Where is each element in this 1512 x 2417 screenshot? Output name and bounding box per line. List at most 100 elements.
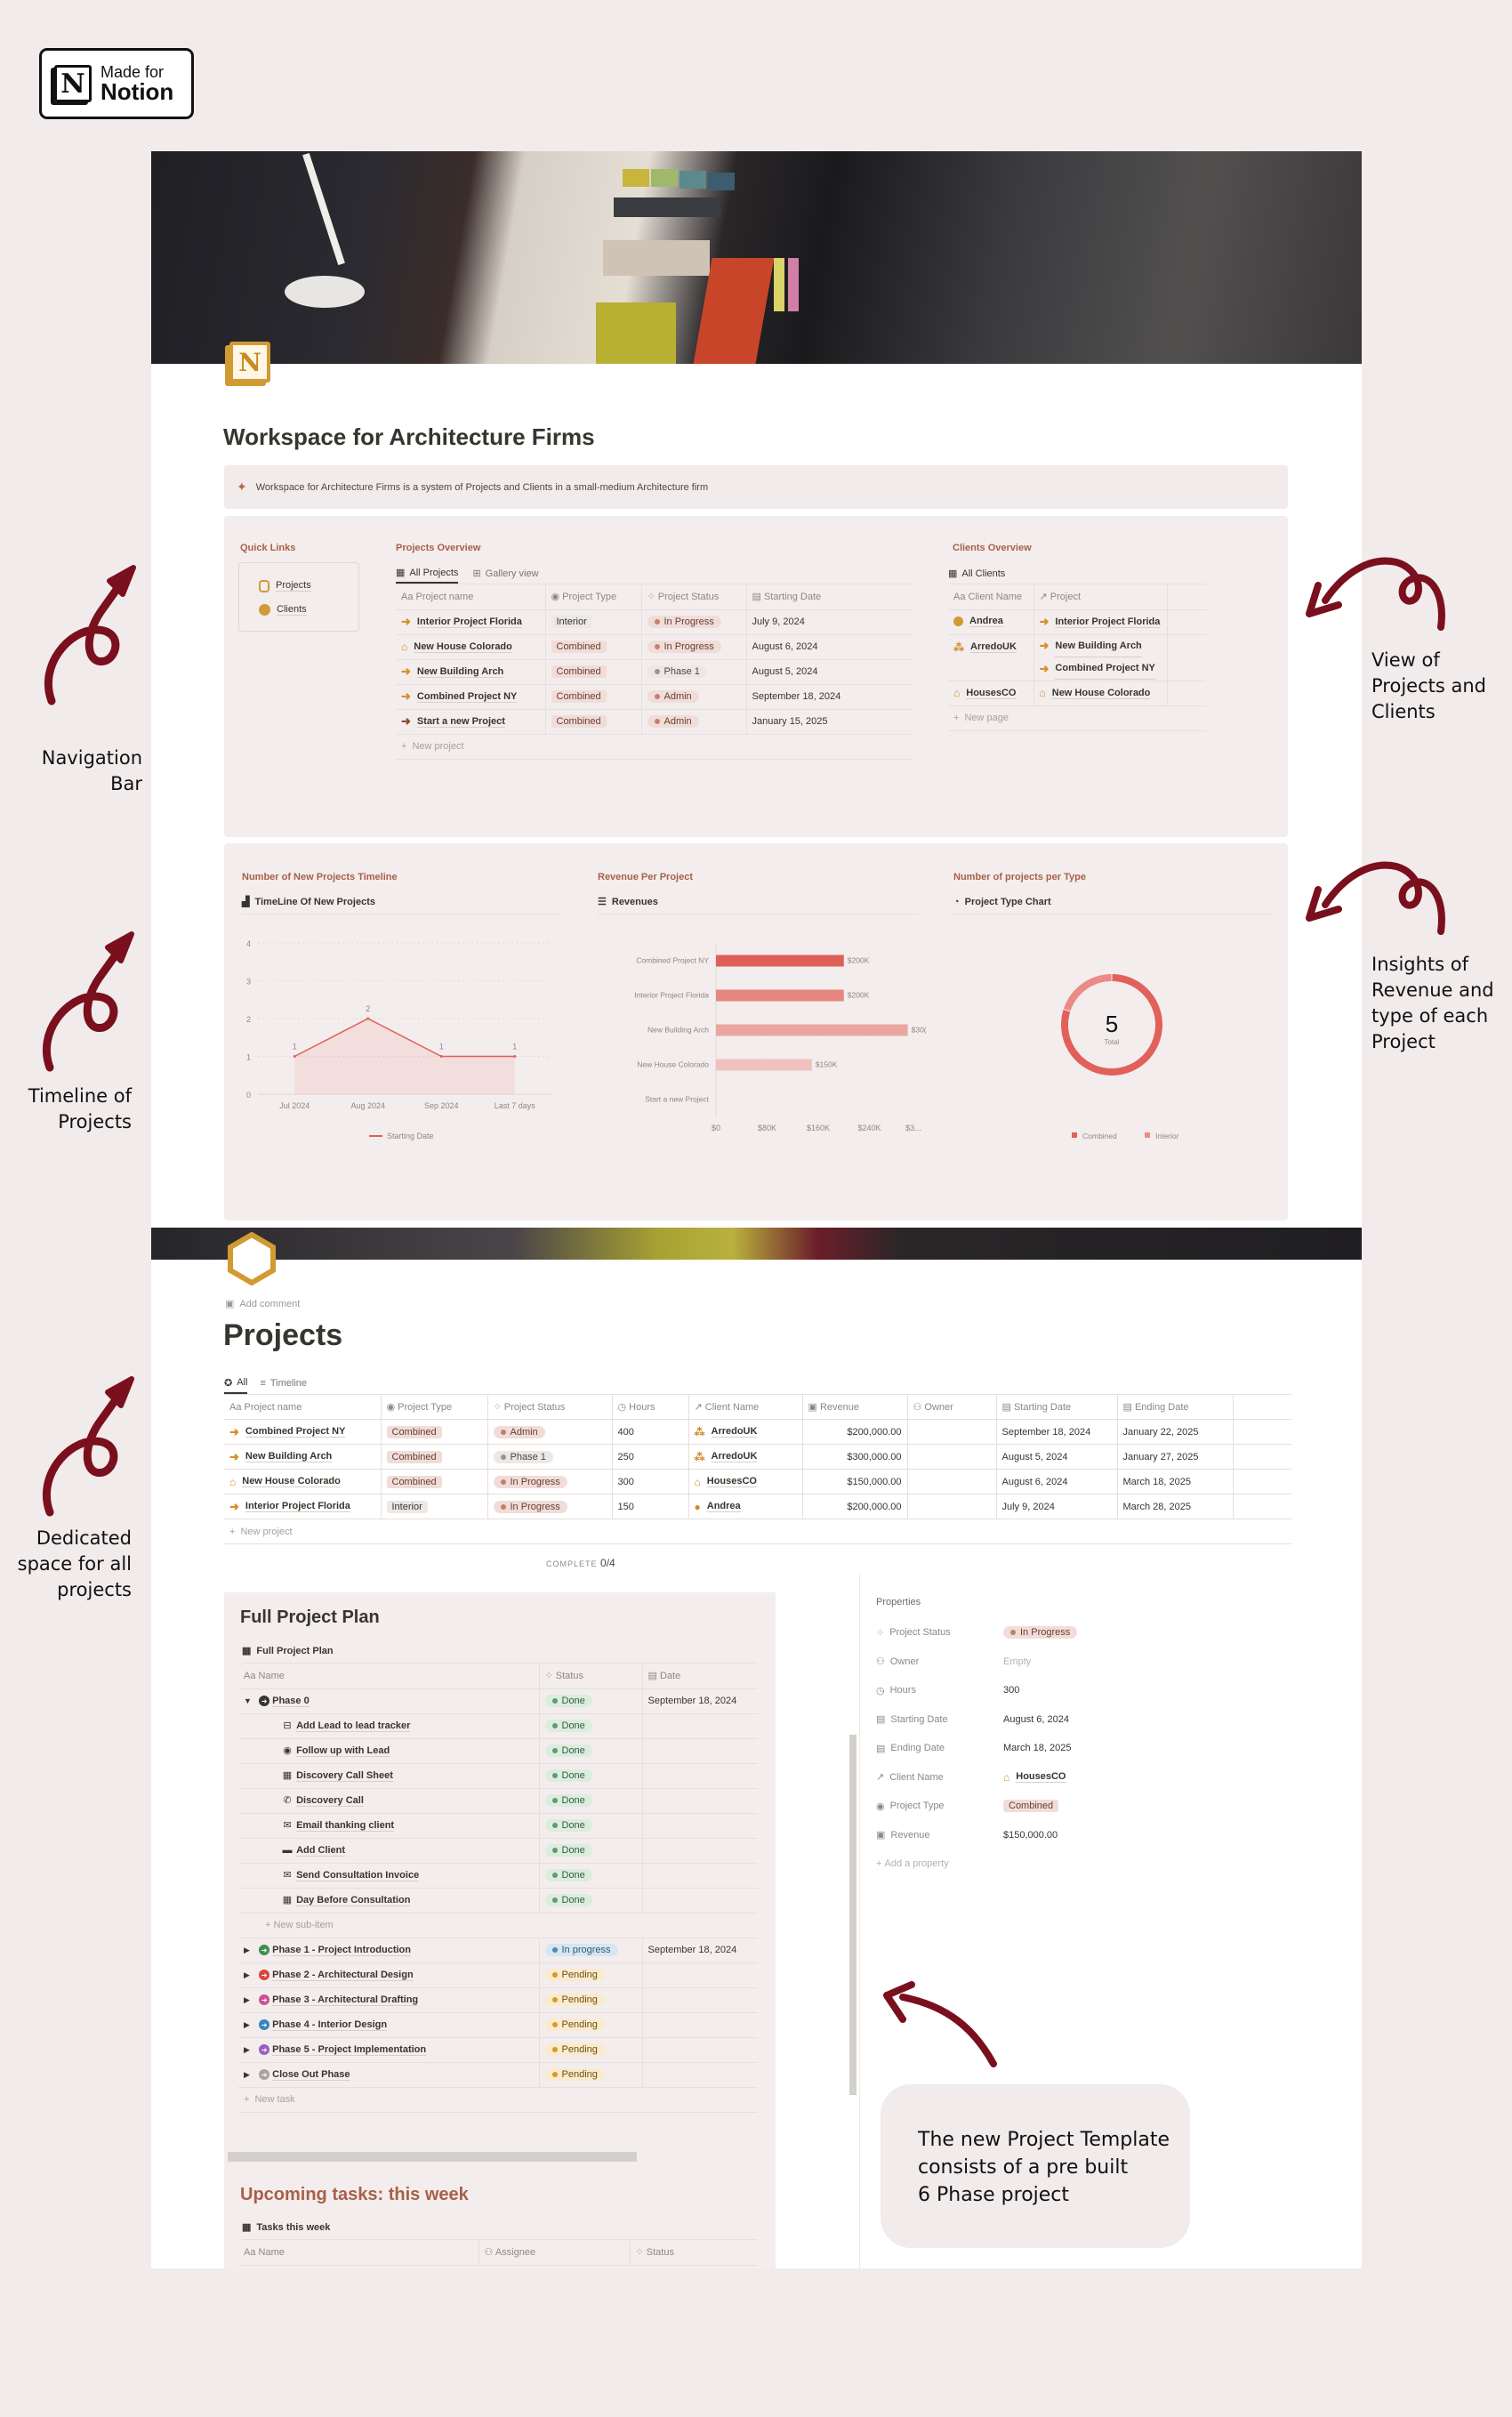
phase-row[interactable]: ▼ ➜ Phase 0 Done September 18, 2024 (238, 1688, 758, 1714)
column-header[interactable]: Aa Client Name (948, 584, 1034, 610)
quick-link-clients[interactable]: Clients (259, 598, 358, 622)
tab-gallery-view[interactable]: ⊞ Gallery view (472, 563, 538, 584)
property-value[interactable]: Empty (1003, 1656, 1031, 1667)
property-value[interactable]: August 6, 2024 (1003, 1714, 1069, 1725)
client-link[interactable]: ⌂ HousesCO (1003, 1771, 1066, 1784)
property-value[interactable]: 300 (1003, 1685, 1019, 1696)
project-link[interactable]: ➜ Interior Project Florida (1040, 615, 1161, 629)
type-tag[interactable]: Combined (1003, 1800, 1059, 1813)
property-row[interactable]: ↗ Client Name ⌂ HousesCO (876, 1763, 1303, 1793)
phase-row[interactable]: ▶ ➜ Phase 2 - Architectural Design Pendi… (238, 1962, 758, 1988)
column-header[interactable]: Aa Name (238, 1664, 540, 1689)
column-header[interactable]: ▤ Starting Date (996, 1394, 1118, 1420)
subitem-row[interactable]: ▦ Discovery Call Sheet Done (238, 1763, 758, 1789)
expand-toggle-icon[interactable]: ▶ (244, 1970, 256, 1980)
table-row[interactable]: ⌂ New House Colorado Combined In Progress… (224, 1469, 1291, 1495)
project-link[interactable]: ⌂ New House Colorado (401, 641, 512, 653)
owner-cell[interactable] (907, 1419, 997, 1445)
add-property-button[interactable]: + Add a property (876, 1849, 1303, 1879)
subitem-row[interactable]: ▬ Add Client Done (238, 1838, 758, 1864)
property-value[interactable]: $150,000.00 (1003, 1830, 1058, 1841)
expand-toggle-icon[interactable]: ▶ (244, 1995, 256, 2005)
upcoming-view-tab[interactable]: ▦ Tasks this week (242, 2215, 758, 2240)
table-row[interactable]: ⁂ ArredoUK ➜ New Building Arch ➜ Combined Pr… (948, 634, 1206, 681)
client-link[interactable]: ⌂ HousesCO (695, 1476, 757, 1488)
column-header[interactable]: ⁘ Status (630, 2240, 758, 2266)
column-header[interactable]: ⁘ Project Status (641, 584, 747, 610)
project-link[interactable]: ⌂ New House Colorado (1040, 687, 1151, 699)
expand-toggle-icon[interactable]: ▶ (244, 2020, 256, 2030)
owner-cell[interactable] (907, 1469, 997, 1495)
subitem-row[interactable]: ▦ Day Before Consultation Done (238, 1888, 758, 1913)
client-link[interactable]: ⁂ ArredoUK (953, 641, 1017, 654)
phase-row[interactable]: ▶ ➜ Phase 4 - Interior Design Pending (238, 2012, 758, 2038)
column-header[interactable]: ▤ Ending Date (1117, 1394, 1234, 1420)
property-row[interactable]: ▤ Starting Date August 6, 2024 (876, 1705, 1303, 1735)
new-subitem-row[interactable]: + New sub-item (238, 1913, 758, 1938)
plan-view-tab[interactable]: ▦ Full Project Plan (242, 1639, 758, 1664)
property-row[interactable]: ▤ Ending Date March 18, 2025 (876, 1734, 1303, 1763)
new-project-button[interactable]: + New project (224, 1519, 1291, 1544)
project-link[interactable]: ➜ New Building Arch (1040, 635, 1142, 657)
client-link[interactable]: ⁂ ArredoUK (695, 1451, 758, 1463)
table-row[interactable]: ➜ Combined Project NY Combined Admin Sept… (396, 684, 912, 710)
column-header[interactable]: ⁘ Status (539, 1664, 643, 1689)
column-header[interactable]: ⁘ Project Status (487, 1394, 613, 1420)
client-link[interactable]: Andrea (953, 616, 1003, 627)
new-project-button[interactable]: + New project (396, 735, 912, 760)
phase-row[interactable]: ▶ ➜ Close Out Phase Pending (238, 2062, 758, 2088)
subitem-row[interactable]: ✉ Email thanking client Done (238, 1813, 758, 1839)
column-header[interactable]: ▤ Starting Date (746, 584, 912, 610)
table-row[interactable]: Andrea ➜ Interior Project Florida (948, 609, 1206, 635)
new-page-button[interactable]: + New page (948, 706, 1206, 731)
column-header[interactable]: ◷ Hours (612, 1394, 689, 1420)
expand-toggle-icon[interactable]: ▶ (244, 1946, 256, 1955)
expand-toggle-icon[interactable]: ▼ (244, 1696, 256, 1705)
project-link[interactable]: ➜ Combined Project NY (229, 1425, 346, 1439)
tab-all-projects[interactable]: ▦ All Projects (396, 563, 459, 584)
owner-cell[interactable] (907, 1444, 997, 1470)
project-link[interactable]: ➜ New Building Arch (229, 1450, 333, 1464)
subitem-row[interactable]: ✉ Send Consultation Invoice Done (238, 1863, 758, 1889)
project-link[interactable]: ➜ Interior Project Florida (229, 1500, 350, 1514)
property-row[interactable]: ▣ Revenue $150,000.00 (876, 1821, 1303, 1850)
column-header[interactable]: Aa Project name (396, 584, 546, 610)
expand-toggle-icon[interactable]: ▶ (244, 2070, 256, 2080)
column-header[interactable]: Aa Name (238, 2240, 479, 2266)
column-header[interactable]: ⚇ Assignee (479, 2240, 631, 2266)
subitem-row[interactable]: ✆ Discovery Call Done (238, 1788, 758, 1814)
phase-row[interactable]: ▶ ➜ Phase 5 - Project Implementation Pen… (238, 2037, 758, 2063)
property-row[interactable]: ⁘ Project Status In Progress (876, 1618, 1303, 1648)
column-header[interactable]: ◉ Project Type (381, 1394, 488, 1420)
horizontal-scrollbar[interactable] (228, 2152, 637, 2162)
property-row[interactable]: ⚇ Owner Empty (876, 1648, 1303, 1677)
client-link[interactable]: ⁂ ArredoUK (695, 1426, 758, 1438)
column-header[interactable]: ⚇ Owner (907, 1394, 997, 1420)
new-task-button[interactable]: + New task (238, 2088, 758, 2113)
column-header[interactable]: ▣ Revenue (802, 1394, 908, 1420)
table-row[interactable]: ⌂ New House Colorado Combined In Progress… (396, 634, 912, 660)
owner-cell[interactable] (907, 1494, 997, 1519)
client-link[interactable]: ● Andrea (695, 1501, 741, 1513)
project-link[interactable]: ➜ Interior Project Florida (401, 615, 522, 629)
subitem-row[interactable]: ◉ Follow up with Lead Done (238, 1738, 758, 1764)
vertical-scrollbar[interactable] (849, 1735, 857, 2095)
project-link[interactable]: ⌂ New House Colorado (229, 1476, 341, 1488)
tab-all-clients[interactable]: ▦ All Clients (948, 563, 1005, 584)
project-link[interactable]: ➜ Combined Project NY (401, 689, 518, 704)
property-row[interactable]: ◉ Project Type Combined (876, 1792, 1303, 1821)
phase-row[interactable]: ▶ ➜ Phase 3 - Architectural Drafting Pen… (238, 1987, 758, 2013)
phase-row[interactable]: ▶ ➜ Phase 1 - Project Introduction In pr… (238, 1938, 758, 1963)
status-pill[interactable]: In Progress (1003, 1626, 1078, 1640)
property-value[interactable]: March 18, 2025 (1003, 1743, 1071, 1753)
client-link[interactable]: ⌂ HousesCO (953, 687, 1017, 699)
table-row[interactable]: ➜ Interior Project Florida Interior In Pr… (224, 1494, 1291, 1519)
table-row[interactable]: ➜ Start a new Project Combined Admin Janu… (396, 709, 912, 735)
table-row[interactable]: ➜ New Building Arch Combined Phase 1 Augu… (396, 659, 912, 685)
tab-timeline[interactable]: ≡ Timeline (260, 1373, 307, 1394)
project-link[interactable]: ➜ Start a new Project (401, 714, 505, 729)
quick-link-projects[interactable]: Projects (259, 574, 358, 598)
table-row[interactable]: ⌂ HousesCO ⌂ New House Colorado (948, 681, 1206, 706)
table-row[interactable]: ➜ Interior Project Florida Interior In Pr… (396, 609, 912, 635)
column-header[interactable]: ↗ Project (1033, 584, 1168, 610)
